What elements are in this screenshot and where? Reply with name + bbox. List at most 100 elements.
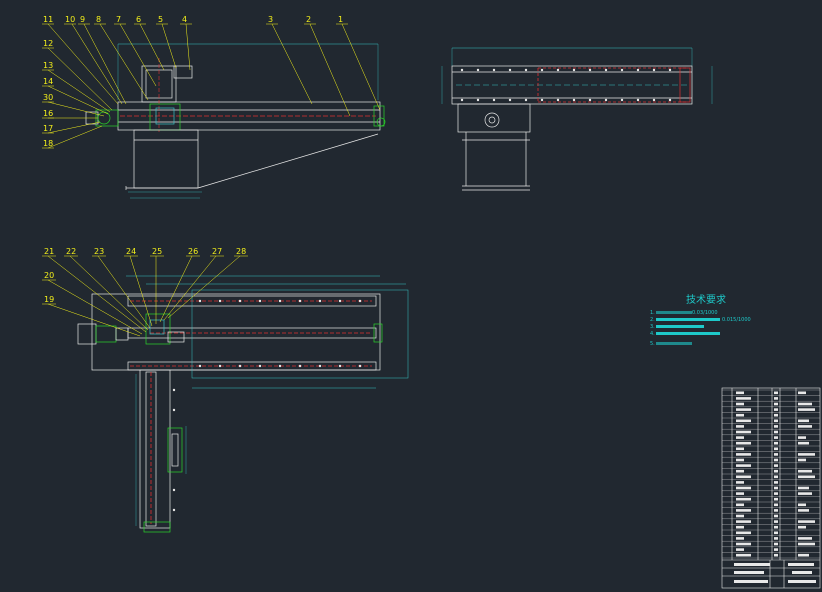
parts-list-cell-fill xyxy=(774,441,778,445)
title-block-cell-fill xyxy=(734,571,764,574)
parts-list-cell-fill xyxy=(774,430,778,434)
parts-list-cell-fill xyxy=(798,509,809,512)
parts-list-cell-fill xyxy=(798,391,806,395)
balloon-28: 28 xyxy=(236,247,246,256)
balloon-9: 9 xyxy=(80,15,85,24)
tech-req-item-2: 2. xyxy=(650,317,655,323)
balloon-10: 10 xyxy=(65,15,75,24)
parts-list-cell-fill xyxy=(774,481,778,484)
parts-list-cell-fill xyxy=(736,408,751,411)
balloon-16: 16 xyxy=(43,109,53,118)
balloon-21: 21 xyxy=(44,247,54,256)
parts-list-cell-fill xyxy=(774,475,778,479)
parts-list-cell-fill xyxy=(736,481,744,484)
parts-list-cell-fill xyxy=(798,458,806,462)
parts-list-cell-fill xyxy=(774,464,778,467)
parts-list-cell-fill xyxy=(736,413,744,417)
parts-list-cell-fill xyxy=(798,542,815,546)
parts-list-cell-fill xyxy=(736,531,751,535)
parts-list-cell-fill xyxy=(798,475,815,479)
title-block-cell-fill xyxy=(734,563,770,566)
parts-list-cell-fill xyxy=(736,520,751,523)
parts-list-cell-fill xyxy=(736,475,751,479)
parts-list-cell-fill xyxy=(774,520,778,523)
parts-list-cell-fill xyxy=(798,436,806,439)
parts-list-cell-fill xyxy=(774,425,778,428)
parts-list-cell-fill xyxy=(798,537,812,540)
parts-list-cell-fill xyxy=(798,441,809,445)
parts-list-cell-fill xyxy=(736,492,744,495)
parts-list-cell-fill xyxy=(798,503,806,507)
parts-list-cell-fill xyxy=(774,419,778,423)
parts-list-cell-fill xyxy=(798,425,812,428)
parts-list-cell-fill xyxy=(798,419,809,423)
balloon-25: 25 xyxy=(152,247,162,256)
parts-list-cell-fill xyxy=(736,419,751,423)
title-block-cell-fill xyxy=(788,580,816,583)
parts-list-cell-fill xyxy=(798,492,812,495)
parts-list-cell-fill xyxy=(736,425,744,428)
parts-list-cell-fill xyxy=(736,402,744,406)
balloon-6: 6 xyxy=(136,15,141,24)
parts-list-cell-fill xyxy=(736,514,744,518)
balloon-17: 17 xyxy=(43,124,53,133)
balloon-2: 2 xyxy=(306,15,311,24)
parts-list-cell-fill xyxy=(736,509,751,512)
balloon-13: 13 xyxy=(43,61,53,70)
tech-req-value-1: 0.03/1000 xyxy=(692,310,718,316)
parts-list-cell-fill xyxy=(774,548,778,551)
tech-req-item-4: 4. xyxy=(650,331,655,337)
parts-list-cell-fill xyxy=(736,503,744,507)
parts-list-cell-fill xyxy=(774,553,778,557)
balloon-19: 19 xyxy=(44,295,54,304)
parts-list-cell-fill xyxy=(736,542,751,546)
parts-list-cell-fill xyxy=(774,509,778,512)
parts-list-cell-fill xyxy=(774,447,778,451)
parts-list-cell-fill xyxy=(736,525,744,529)
parts-list-cell-fill xyxy=(736,537,744,540)
balloon-23: 23 xyxy=(94,247,104,256)
parts-list-cell-fill xyxy=(736,436,744,439)
parts-list-cell-fill xyxy=(774,397,778,400)
tech-req-item-3: 3. xyxy=(650,324,655,330)
parts-list-cell-fill xyxy=(736,469,744,473)
parts-list-cell-fill xyxy=(736,441,751,445)
parts-list-cell-fill xyxy=(736,397,751,400)
parts-list-cell-fill xyxy=(798,525,806,529)
balloon-22: 22 xyxy=(66,247,76,256)
parts-list-cell-fill xyxy=(774,413,778,417)
balloon-5: 5 xyxy=(158,15,163,24)
parts-list-cell-fill xyxy=(774,436,778,439)
balloon-4: 4 xyxy=(182,15,187,24)
parts-list-cell-fill xyxy=(736,486,751,490)
balloon-8: 8 xyxy=(96,15,101,24)
parts-list-cell-fill xyxy=(736,464,751,467)
parts-list-cell-fill xyxy=(774,458,778,462)
tech-req-item-5: 5. xyxy=(650,341,655,347)
parts-list-cell-fill xyxy=(798,453,815,456)
parts-list-cell-fill xyxy=(736,548,744,551)
parts-list-cell-fill xyxy=(736,497,751,501)
parts-list-cell-fill xyxy=(774,531,778,535)
parts-list-cell-fill xyxy=(798,469,812,473)
parts-list-cell-fill xyxy=(774,497,778,501)
parts-list-cell-fill xyxy=(736,447,744,451)
parts-list-cell-fill xyxy=(774,514,778,518)
balloon-18: 18 xyxy=(43,139,53,148)
parts-list-cell-fill xyxy=(774,391,778,395)
parts-list-cell-fill xyxy=(798,402,812,406)
parts-list-cell-fill xyxy=(774,525,778,529)
parts-list-cell-fill xyxy=(774,469,778,473)
parts-list-cell-fill xyxy=(774,486,778,490)
parts-list-cell-fill xyxy=(774,537,778,540)
balloon-7: 7 xyxy=(116,15,121,24)
balloon-26: 26 xyxy=(188,247,198,256)
balloon-24: 24 xyxy=(126,247,136,256)
parts-list-cell-fill xyxy=(774,492,778,495)
parts-list-cell-fill xyxy=(798,486,809,490)
balloon-20: 20 xyxy=(44,271,54,280)
parts-list-cell-fill xyxy=(774,408,778,411)
parts-list-cell-fill xyxy=(774,503,778,507)
balloon-11: 11 xyxy=(43,15,53,24)
title-block-cell-fill xyxy=(788,563,814,566)
